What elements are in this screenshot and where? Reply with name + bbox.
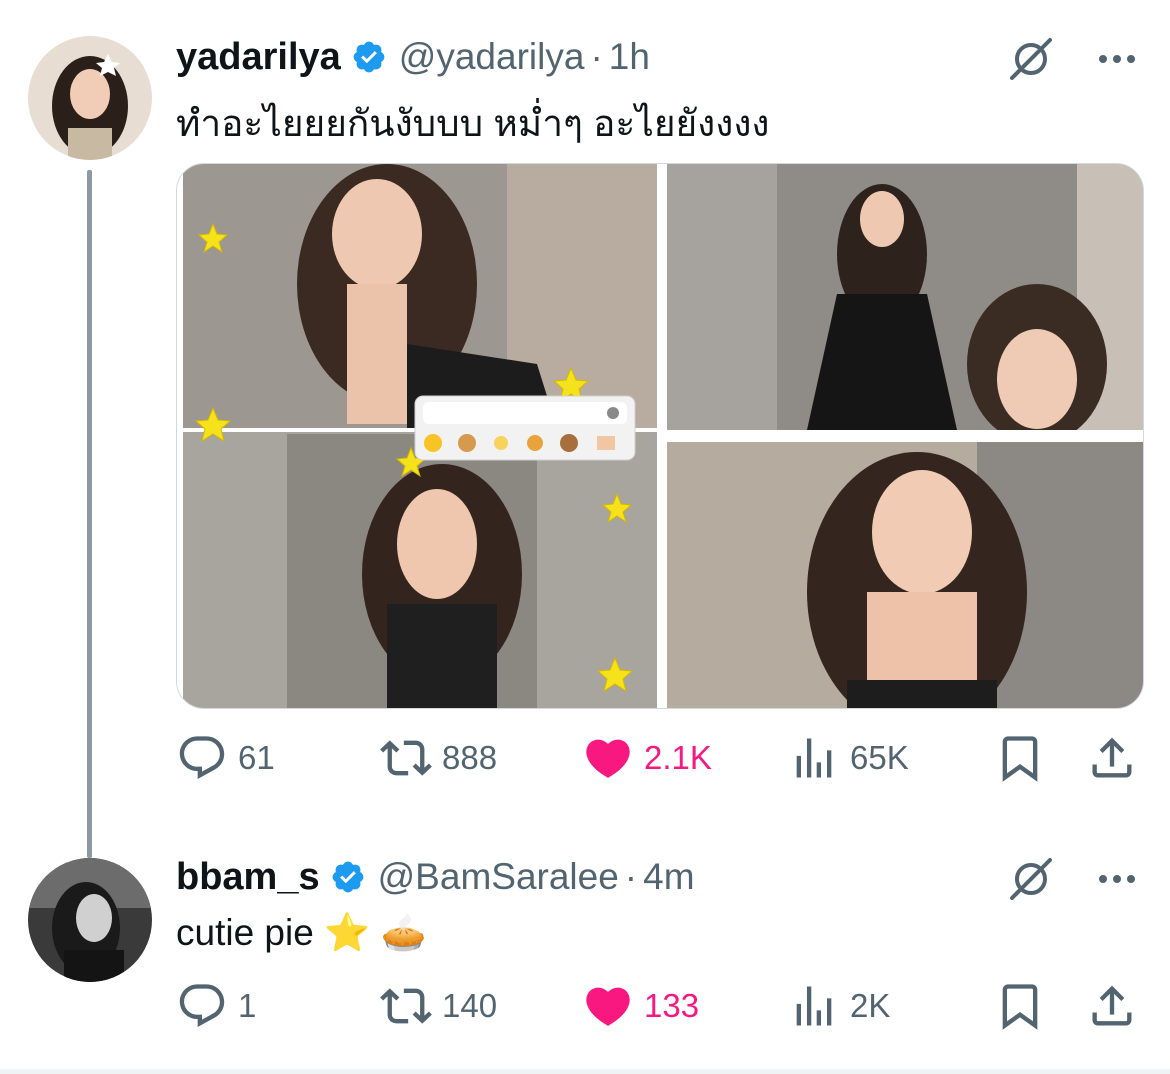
reply-count: 1 [238, 987, 257, 1024]
avatar[interactable] [28, 36, 152, 160]
more-icon[interactable] [1092, 854, 1142, 904]
handle[interactable]: @BamSaralee [378, 856, 619, 898]
tweet-top-actions [1006, 854, 1142, 904]
tweet-header: yadarilya @yadarilya · 1h [176, 32, 650, 82]
tweet-actions: 61 888 2.1K 65K [176, 728, 1142, 788]
timestamp[interactable]: 4m [643, 856, 694, 898]
photo-1[interactable] [177, 164, 663, 708]
reply-icon [179, 984, 225, 1028]
views-icon [796, 738, 832, 778]
tweet-header: bbam_s @BamSaralee · 4m [176, 852, 695, 902]
share-icon [1092, 737, 1132, 778]
like-button[interactable]: 2.1K [582, 728, 712, 788]
repost-icon [380, 740, 432, 776]
repost-icon [380, 988, 432, 1024]
reply-button[interactable]: 1 [176, 976, 256, 1036]
tweet[interactable]: bbam_s @BamSaralee · 4m cutie pie ⭐ 🥧 1 [0, 830, 1170, 1074]
more-icon[interactable] [1092, 34, 1142, 84]
reply-count: 61 [238, 739, 275, 776]
like-count: 133 [644, 987, 700, 1024]
repost-count: 888 [442, 739, 498, 776]
bookmark-icon [1002, 736, 1038, 782]
tweet-actions: 1 140 133 2K [176, 976, 1142, 1036]
bookmark-button[interactable] [994, 976, 1046, 1036]
views-count: 65K [850, 739, 909, 776]
display-name[interactable]: yadarilya [176, 36, 341, 79]
tweet-top-actions [1006, 34, 1142, 84]
repost-count: 140 [442, 987, 498, 1024]
tweet[interactable]: yadarilya @yadarilya · 1h ทำอะไยยยกันงับ… [0, 0, 1170, 858]
like-count: 2.1K [644, 739, 712, 776]
avatar[interactable] [28, 858, 152, 982]
share-icon [1092, 985, 1132, 1026]
heart-icon [586, 987, 630, 1026]
display-name[interactable]: bbam_s [176, 856, 320, 899]
bookmark-button[interactable] [994, 728, 1046, 788]
divider [0, 1069, 1170, 1074]
repost-button[interactable]: 888 [380, 728, 497, 788]
heart-icon [586, 739, 630, 778]
timestamp[interactable]: 1h [609, 36, 650, 78]
photo-grid[interactable] [176, 163, 1144, 709]
views-count: 2K [850, 987, 891, 1024]
photo-3[interactable] [667, 442, 1143, 708]
photo-2[interactable] [667, 164, 1143, 430]
grok-icon[interactable] [1006, 854, 1056, 904]
views-button[interactable]: 65K [788, 728, 909, 788]
separator-dot: · [590, 36, 603, 77]
views-button[interactable]: 2K [788, 976, 890, 1036]
share-button[interactable] [1086, 976, 1138, 1036]
grok-icon[interactable] [1006, 34, 1056, 84]
thread-line [87, 170, 92, 858]
reply-icon [179, 736, 225, 780]
handle[interactable]: @yadarilya [399, 36, 585, 78]
share-button[interactable] [1086, 728, 1138, 788]
reply-button[interactable]: 61 [176, 728, 275, 788]
like-button[interactable]: 133 [582, 976, 699, 1036]
verified-badge-icon [332, 861, 363, 893]
repost-button[interactable]: 140 [380, 976, 497, 1036]
verified-badge-icon [353, 41, 385, 73]
tweet-text: cutie pie ⭐ 🥧 [176, 912, 427, 953]
views-icon [796, 986, 832, 1026]
separator-dot: · [624, 856, 638, 897]
bookmark-icon [1002, 984, 1038, 1030]
tweet-text: ทำอะไยยยกันงับบบ หม่ำๆ อะไยยังงงง [176, 103, 770, 144]
